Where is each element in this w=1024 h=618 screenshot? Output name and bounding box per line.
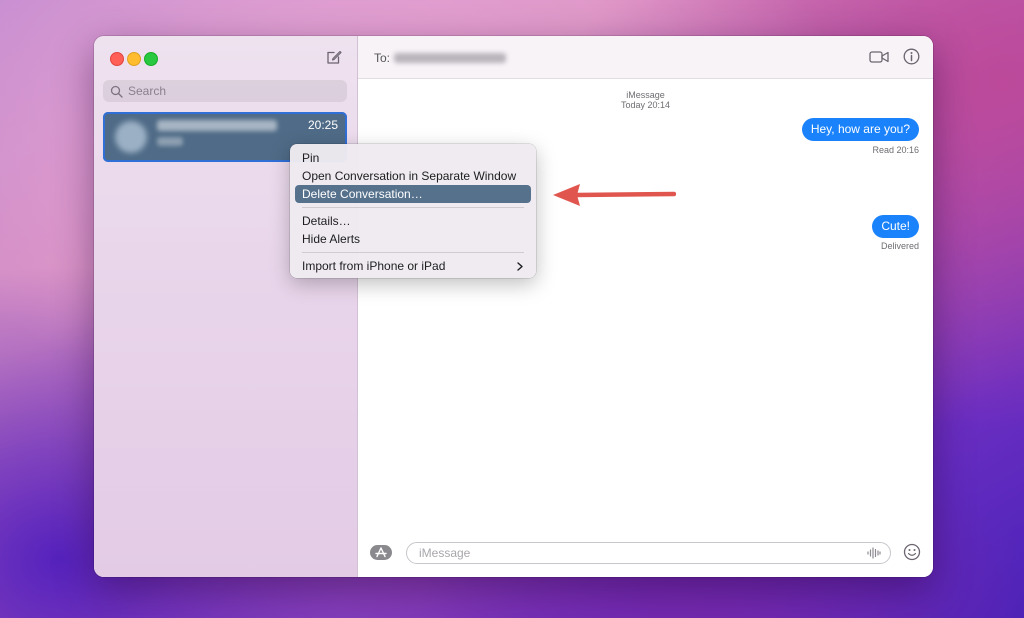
zoom-window-button[interactable] <box>144 52 158 66</box>
delivery-receipt: Delivered <box>880 241 919 251</box>
menu-separator <box>302 207 524 208</box>
app-store-apps-button[interactable] <box>370 545 392 560</box>
menu-item-open-separate-window[interactable]: Open Conversation in Separate Window <box>295 167 531 185</box>
emoji-icon[interactable] <box>903 543 921 561</box>
search-field[interactable] <box>103 80 347 102</box>
recipient-name-blurred[interactable] <box>394 53 506 63</box>
conversation-time: 20:25 <box>307 118 338 132</box>
message-preview-blurred <box>157 137 183 146</box>
facetime-video-icon[interactable] <box>869 50 889 64</box>
message-compose-field[interactable] <box>406 542 891 564</box>
audio-message-icon[interactable] <box>866 546 882 560</box>
menu-item-label: Delete Conversation… <box>302 187 423 201</box>
conversation-header: To: <box>358 36 933 79</box>
menu-item-pin[interactable]: Pin <box>295 149 531 167</box>
sidebar: 20:25 <box>94 36 358 577</box>
compose-icon[interactable] <box>325 48 343 66</box>
menu-separator <box>302 252 524 253</box>
message-bubble-sent[interactable]: Hey, how are you? <box>801 118 919 141</box>
service-timestamp: Today 20:14 <box>620 100 671 110</box>
messages-window: 20:25 To: iMessage Today 20:14 Hey, how … <box>94 36 933 577</box>
conversation-pane: To: iMessage Today 20:14 Hey, how are yo… <box>358 36 933 577</box>
menu-item-label: Import from iPhone or iPad <box>302 259 446 273</box>
menu-item-label: Pin <box>302 151 320 165</box>
contact-name-blurred <box>157 120 277 131</box>
menu-item-label: Details… <box>302 214 351 228</box>
annotation-arrow <box>553 184 676 206</box>
menu-item-label: Open Conversation in Separate Window <box>302 169 517 183</box>
menu-item-details[interactable]: Details… <box>295 212 531 230</box>
message-bubble-sent[interactable]: Cute! <box>872 215 919 238</box>
service-label: iMessage <box>626 90 665 100</box>
info-icon[interactable] <box>903 48 920 65</box>
read-receipt: Read 20:16 <box>872 145 919 155</box>
avatar <box>115 121 147 153</box>
menu-item-import-from-iphone[interactable]: Import from iPhone or iPad <box>295 257 531 275</box>
chevron-right-icon <box>517 262 523 271</box>
menu-item-hide-alerts[interactable]: Hide Alerts <box>295 230 531 248</box>
to-label: To: <box>374 51 391 65</box>
message-input[interactable] <box>419 546 849 560</box>
close-window-button[interactable] <box>110 52 124 66</box>
app-store-icon <box>375 547 387 558</box>
search-icon <box>110 85 123 98</box>
conversation-context-menu: Pin Open Conversation in Separate Window… <box>290 144 536 278</box>
search-input[interactable] <box>128 84 328 98</box>
minimize-window-button[interactable] <box>127 52 141 66</box>
menu-item-label: Hide Alerts <box>302 232 361 246</box>
menu-item-delete-conversation[interactable]: Delete Conversation… <box>295 185 531 203</box>
